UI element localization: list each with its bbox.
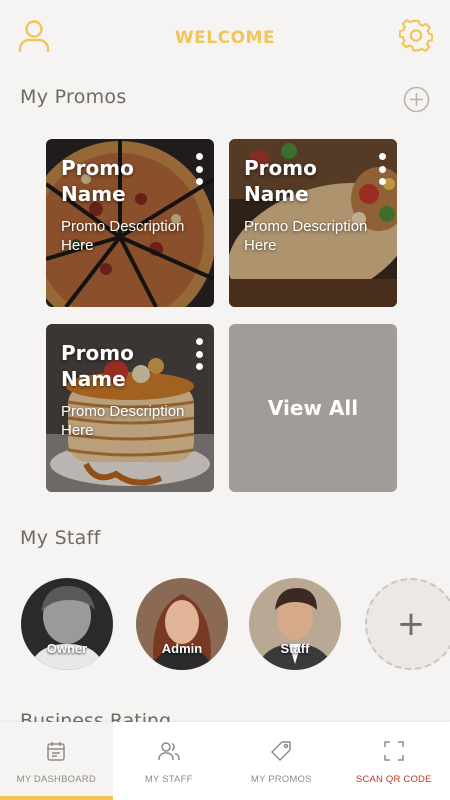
avatar (21, 578, 113, 670)
promo-name: Promo Name (61, 341, 134, 391)
add-staff-button[interactable]: + (365, 578, 450, 670)
staff-role-label: Owner (46, 641, 88, 656)
promo-name: Promo Name (244, 156, 317, 206)
promos-section-title: My Promos (20, 86, 127, 108)
nav-item-scan-qr[interactable]: SCAN QR CODE (338, 722, 450, 800)
nav-label: MY DASHBOARD (16, 774, 96, 785)
gear-icon[interactable] (398, 18, 434, 54)
nav-label: SCAN QR CODE (355, 774, 432, 785)
view-all-button[interactable]: View All (229, 324, 397, 492)
avatar (249, 578, 341, 670)
tag-icon (271, 741, 291, 761)
staff-section-title: My Staff (20, 527, 101, 549)
more-options-icon[interactable] (377, 153, 387, 185)
staff-avatar-admin[interactable]: Admin (136, 578, 228, 670)
staff-role-label: Admin (161, 641, 203, 656)
scan-frame-icon (384, 741, 404, 761)
promo-card[interactable]: Promo Name Promo Description Here (46, 139, 214, 307)
promo-description: Promo Description Here (244, 218, 368, 254)
nav-label: MY PROMOS (250, 774, 312, 785)
nav-item-dashboard[interactable]: MY DASHBOARD (0, 722, 113, 800)
users-icon (158, 742, 180, 760)
promo-card[interactable]: Promo Name Promo Description Here (229, 139, 397, 307)
add-promo-plus-circle-icon[interactable] (403, 86, 430, 113)
nav-item-promos[interactable]: MY PROMOS (225, 722, 338, 800)
nav-label: MY STAFF (144, 774, 193, 785)
promo-description: Promo Description Here (61, 218, 185, 254)
promo-card[interactable]: Promo Name Promo Description Here (46, 324, 214, 492)
nav-item-staff[interactable]: MY STAFF (113, 722, 226, 800)
calendar-icon (47, 742, 65, 761)
bottom-nav: MY DASHBOARD MY STAFF MY PROMOS SCAN QR … (0, 722, 450, 800)
more-options-icon[interactable] (194, 153, 204, 185)
staff-role-label: Staff (280, 641, 310, 656)
promo-description: Promo Description Here (61, 403, 185, 439)
page-title: WELCOME (174, 28, 276, 48)
more-options-icon[interactable] (194, 338, 204, 370)
avatar (136, 578, 228, 670)
promo-name: Promo Name (61, 156, 134, 206)
app-header: WELCOME (0, 0, 450, 76)
staff-avatar-owner[interactable]: Owner (21, 578, 113, 670)
staff-avatar-staff[interactable]: Staff (249, 578, 341, 670)
